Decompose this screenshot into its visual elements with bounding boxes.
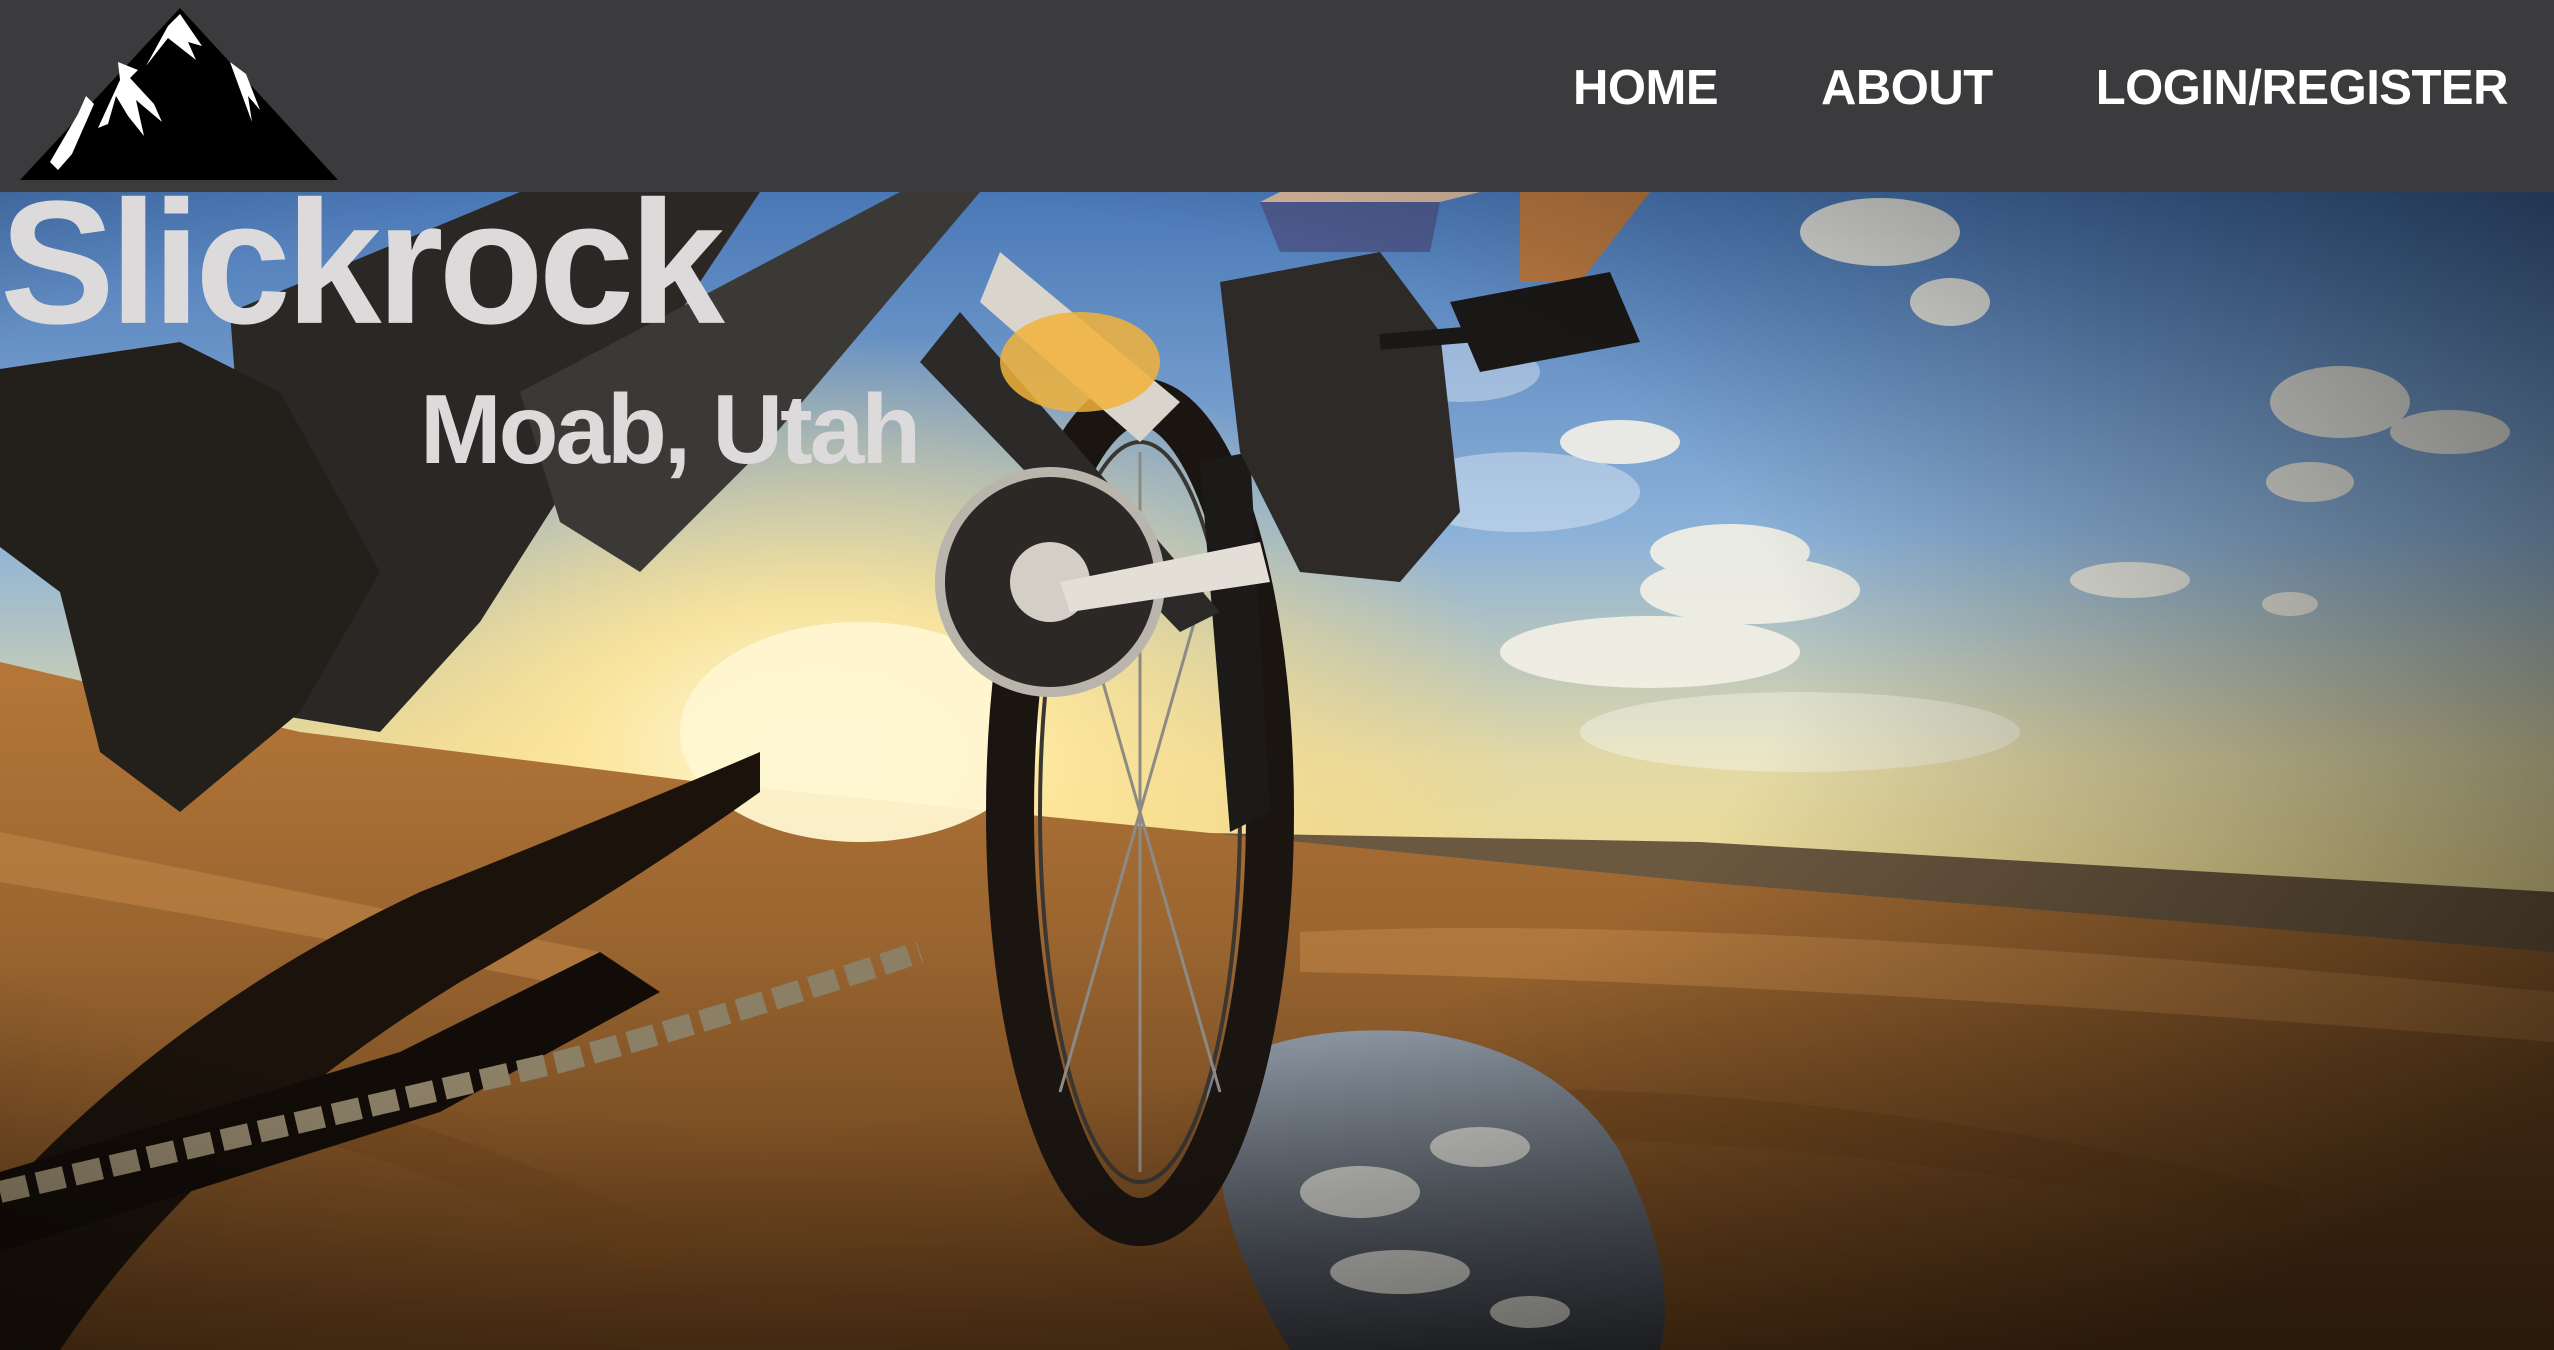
hero-title: Slickrock xyxy=(0,164,725,361)
nav-login-register-link[interactable]: LOGIN/REGISTER xyxy=(2096,60,2509,116)
hero-banner xyxy=(0,192,2554,1350)
hero-image xyxy=(0,192,2554,1350)
nav-home-link[interactable]: HOME xyxy=(1573,60,1719,116)
hero-subtitle: Moab, Utah xyxy=(420,374,921,484)
main-nav: HOME ABOUT LOGIN/REGISTER xyxy=(1470,0,2508,176)
mountain-logo-icon[interactable] xyxy=(20,4,340,184)
nav-about-link[interactable]: ABOUT xyxy=(1821,60,1993,116)
site-header: HOME ABOUT LOGIN/REGISTER xyxy=(0,0,2554,192)
